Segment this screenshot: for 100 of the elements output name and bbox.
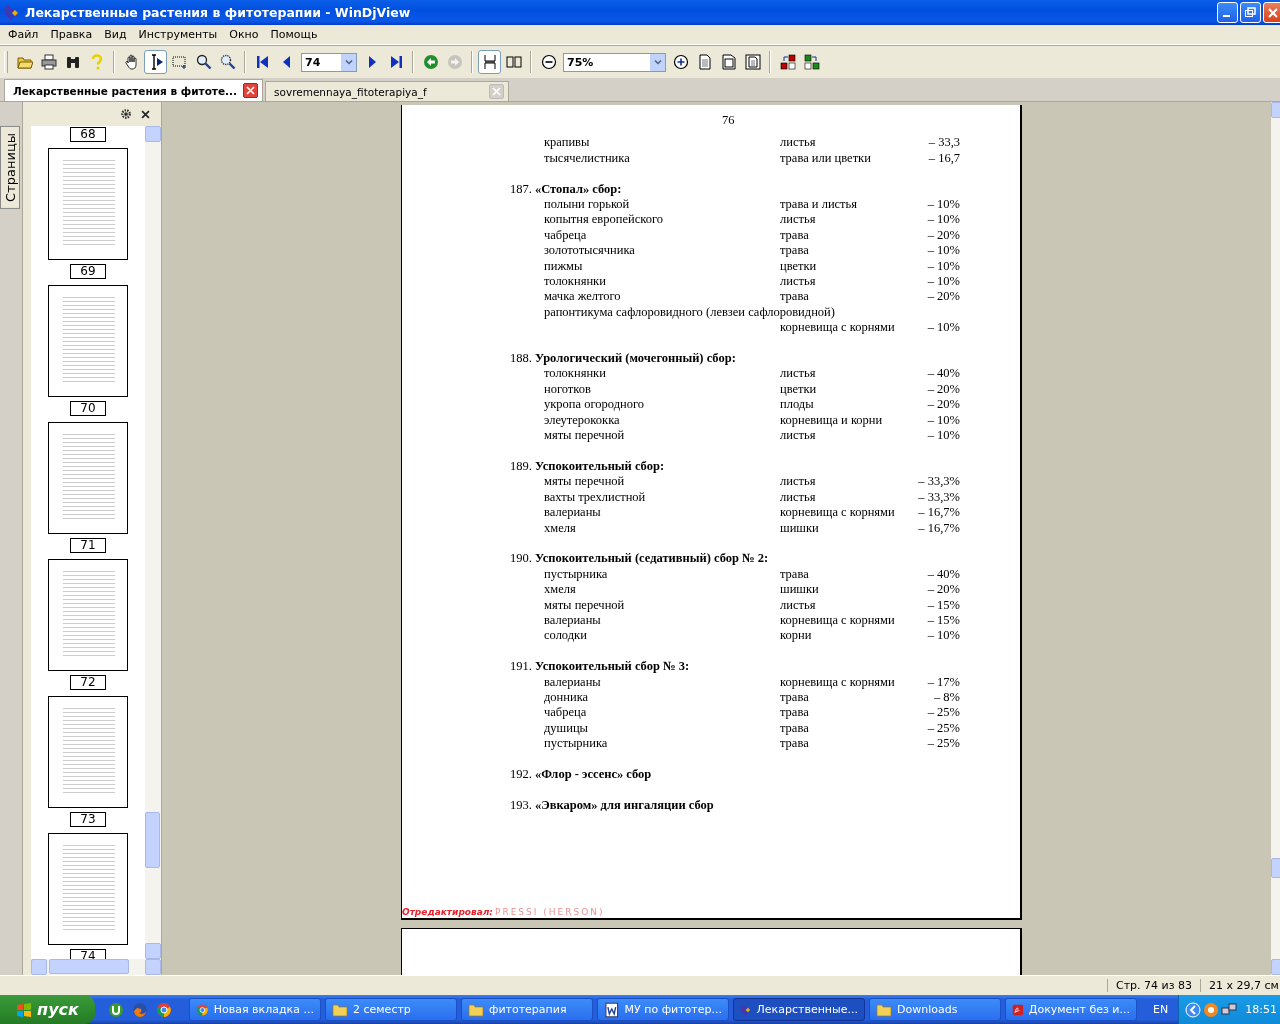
- toolbar-button[interactable]: [144, 50, 167, 74]
- plant-part: плоды: [780, 397, 815, 413]
- page-thumbnail[interactable]: [48, 833, 128, 945]
- plant-part: корневища с корнями: [780, 612, 896, 629]
- plant-part: цветки: [780, 258, 818, 275]
- windows-flag-icon: [16, 1001, 33, 1018]
- plant-name: тысячелистника: [544, 150, 631, 167]
- share-value: – 10%: [926, 428, 960, 444]
- plant-name: валерианы: [544, 612, 602, 629]
- page-number-label: 71: [70, 538, 106, 553]
- document-icon: [604, 1001, 620, 1018]
- document-tab[interactable]: sovremennaya_fitoterapiya_f: [265, 81, 510, 101]
- status-text: Стр. 74 из 83: [1107, 979, 1201, 992]
- tray-app-icon: [1203, 1001, 1220, 1018]
- page-thumbnail[interactable]: [48, 559, 128, 671]
- combo-box[interactable]: 74: [301, 52, 357, 72]
- share-value: – 25%: [926, 705, 960, 721]
- maximize-button[interactable]: [1239, 2, 1261, 23]
- share-value: – 16,7: [927, 150, 960, 167]
- firefox-icon: [132, 1001, 148, 1018]
- section-heading: 191. Успокоительный сбор № 3:: [510, 659, 691, 675]
- scrollbar[interactable]: [145, 126, 161, 959]
- plant-name: толокнянки: [544, 366, 607, 382]
- share-value: – 20%: [926, 227, 960, 244]
- taskbar-button[interactable]: Новая вкладка ...: [189, 998, 321, 1021]
- menu-item[interactable]: Помощь: [264, 28, 324, 41]
- toolbar-button[interactable]: [478, 50, 501, 74]
- page-thumbnail[interactable]: [48, 148, 128, 260]
- taskbar-button[interactable]: Downloads: [869, 998, 1001, 1021]
- plant-part: трава: [780, 289, 810, 305]
- page-thumbnail[interactable]: [48, 422, 128, 534]
- taskbar-button[interactable]: фитотерапия: [461, 998, 593, 1021]
- plant-name: толокнянки: [544, 274, 607, 290]
- share-value: – 20%: [926, 289, 960, 305]
- combo-box[interactable]: 75%: [563, 52, 666, 72]
- taskbar-button[interactable]: 2 семестр: [325, 998, 457, 1021]
- scrollbar[interactable]: [31, 959, 161, 975]
- menu-item[interactable]: Правка: [44, 28, 99, 41]
- sidebar-tab[interactable]: Страницы: [0, 126, 20, 209]
- folder-icon: [468, 1001, 484, 1018]
- share-value: – 40%: [926, 366, 960, 382]
- menu-item[interactable]: Файл: [2, 28, 45, 41]
- plant-part: листья: [780, 135, 817, 151]
- plant-name: рапонтикума сафлоровидного (левзеи сафлоровидной): [544, 304, 836, 321]
- tab-close-button[interactable]: [243, 83, 259, 98]
- share-value: – 10%: [926, 197, 960, 213]
- plant-part: листья: [780, 366, 817, 382]
- plant-part: листья: [780, 597, 817, 613]
- page-number-label: 68: [70, 127, 106, 142]
- plant-name: пижмы: [544, 258, 584, 275]
- plant-part: листья: [780, 428, 817, 444]
- plant-name: мяты перечной: [544, 428, 626, 444]
- plant-part: листья: [780, 212, 817, 228]
- clock: 18:51: [1245, 1003, 1277, 1016]
- menu-item[interactable]: Инструменты: [132, 28, 224, 41]
- taskbar-button[interactable]: МУ по фитотер...: [597, 998, 729, 1021]
- page-thumbnail[interactable]: [48, 696, 128, 808]
- page-frame-icon: [744, 54, 761, 70]
- plant-part: цветки: [780, 381, 818, 398]
- chrome-icon: [156, 1001, 172, 1018]
- share-value: – 40%: [926, 566, 960, 583]
- section-heading: 193. «Эвкаром» для ингаляции сбор: [510, 797, 715, 814]
- plant-name: мачка желтого: [544, 289, 622, 305]
- share-value: – 33,3: [927, 135, 960, 151]
- page-thumbnail[interactable]: [48, 285, 128, 397]
- plant-part: трава: [780, 227, 810, 244]
- share-value: – 10%: [926, 212, 960, 228]
- folder-icon: [876, 1001, 892, 1018]
- page-number-label: 70: [70, 401, 106, 416]
- minimize-button[interactable]: [1216, 2, 1238, 23]
- taskbar-button[interactable]: Лекарственные...: [733, 998, 865, 1021]
- section-heading: 188. Урологический (мочегонный) сбор:: [510, 351, 737, 367]
- menu-item[interactable]: Вид: [98, 28, 133, 41]
- share-value: – 10%: [926, 243, 960, 259]
- plant-name: донника: [544, 689, 590, 706]
- menu-item[interactable]: Окно: [223, 28, 265, 41]
- zoom-in-icon: [672, 54, 689, 70]
- plant-name: вахты трехлистной: [544, 489, 647, 506]
- page-number-label: 72: [70, 675, 106, 690]
- magnifier-icon: [195, 54, 212, 70]
- start-button[interactable]: пуск: [0, 995, 95, 1024]
- minimize-icon: [1223, 14, 1231, 17]
- section-heading: 189. Успокоительный сбор:: [510, 458, 666, 475]
- taskbar-button[interactable]: Документ без и...: [1005, 998, 1137, 1021]
- close-button[interactable]: [1262, 2, 1280, 23]
- section-heading: 187. «Стопал» сбор:: [510, 181, 623, 197]
- plant-name: хмеля: [544, 520, 577, 536]
- document-tab[interactable]: Лекарственные растения в фитоте...: [4, 79, 264, 101]
- open-folder-icon: [16, 54, 33, 70]
- plant-part: корневища и корни: [780, 412, 884, 429]
- share-value: – 15%: [926, 612, 960, 629]
- plant-part: трава или цветки: [780, 150, 872, 167]
- plant-name: чабреца: [544, 227, 588, 244]
- share-value: – 10%: [926, 258, 960, 275]
- plant-name: копытня европейского: [544, 212, 664, 228]
- forward-icon: [446, 54, 463, 70]
- plant-name: мяты перечной: [544, 597, 626, 613]
- language-indicator[interactable]: EN: [1147, 1003, 1175, 1016]
- back-icon: [422, 54, 439, 70]
- plant-part: шишки: [780, 520, 820, 536]
